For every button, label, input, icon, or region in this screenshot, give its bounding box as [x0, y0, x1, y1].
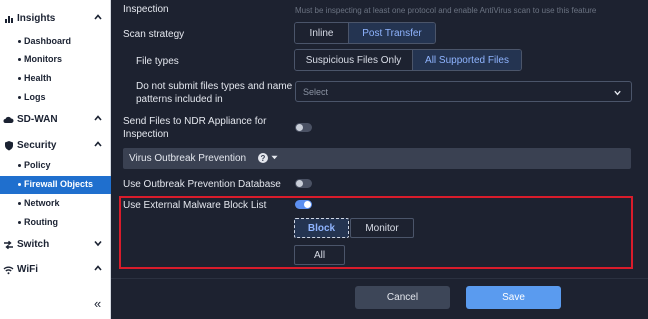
sidebar-item-label: Network [24, 198, 60, 208]
toggle-knob [296, 124, 303, 131]
scan-strategy-post-transfer-option[interactable]: Post Transfer [348, 23, 435, 43]
sidebar-item-label: Health [24, 73, 52, 83]
virus-outbreak-section-header[interactable]: Virus Outbreak Prevention ? [123, 148, 631, 169]
use-outbreak-db-label: Use Outbreak Prevention Database [123, 179, 281, 190]
sidebar-item-label: Routing [24, 217, 58, 227]
sidebar: Insights Dashboard Monitors Health Logs … [0, 0, 111, 319]
scan-strategy-inline-option[interactable]: Inline [295, 23, 348, 43]
send-to-ndr-label: Send Files to NDR Appliance for Inspecti… [123, 116, 267, 140]
file-types-suspicious-option[interactable]: Suspicious Files Only [295, 50, 412, 70]
nav-section-sd-wan[interactable]: SD-WAN [0, 110, 111, 130]
all-button[interactable]: All [294, 245, 345, 265]
file-types-label: File types [136, 56, 179, 67]
switch-icon [3, 239, 14, 250]
bullet [18, 221, 21, 224]
sidebar-item-monitors[interactable]: Monitors [0, 51, 111, 69]
wifi-icon [3, 264, 14, 275]
sidebar-item-network[interactable]: Network [0, 195, 111, 213]
cloud-icon [3, 114, 14, 125]
file-types-segmented: Suspicious Files Only All Supported File… [294, 49, 522, 71]
shield-icon [3, 140, 14, 151]
select-placeholder: Select [303, 87, 329, 97]
chevron-up-icon [94, 265, 102, 271]
caret-down-icon [271, 155, 278, 160]
help-icon[interactable]: ? [258, 153, 268, 163]
chevron-up-icon [94, 115, 102, 121]
sidebar-item-label: Policy [24, 160, 51, 170]
chevron-up-icon [94, 141, 102, 147]
nav-section-switch[interactable]: Switch [0, 235, 111, 255]
nav-section-label: Switch [17, 239, 50, 250]
bullet [18, 183, 21, 186]
sidebar-item-logs[interactable]: Logs [0, 89, 111, 107]
cancel-button[interactable]: Cancel [355, 286, 450, 309]
bullet [18, 96, 21, 99]
send-to-ndr-toggle[interactable] [295, 123, 312, 132]
scan-strategy-segmented: Inline Post Transfer [294, 22, 436, 44]
scan-strategy-label: Scan strategy [123, 29, 185, 40]
monitor-button[interactable]: Monitor [350, 218, 414, 238]
bullet [18, 77, 21, 80]
do-not-submit-label: Do not submit files types and name patte… [136, 81, 293, 105]
sidebar-item-health[interactable]: Health [0, 70, 111, 88]
chevron-down-icon [94, 240, 102, 247]
sidebar-item-policy[interactable]: Policy [0, 157, 111, 175]
bullet [18, 202, 21, 205]
collapse-sidebar-icon[interactable]: « [94, 296, 101, 311]
save-button[interactable]: Save [466, 286, 561, 309]
sidebar-item-label: Firewall Objects [24, 179, 94, 189]
footer-divider [111, 278, 648, 279]
block-button[interactable]: Block [294, 218, 349, 238]
sidebar-item-routing[interactable]: Routing [0, 214, 111, 232]
use-outbreak-db-toggle[interactable] [295, 179, 312, 188]
nav-section-insights[interactable]: Insights [0, 9, 111, 29]
sidebar-item-dashboard[interactable]: Dashboard [0, 33, 111, 51]
sidebar-item-label: Logs [24, 92, 46, 102]
toggle-knob [296, 180, 303, 187]
bar-chart-icon [3, 13, 14, 24]
bullet [18, 40, 21, 43]
nav-section-label: Insights [17, 13, 56, 24]
use-external-malware-toggle[interactable] [295, 200, 312, 209]
sidebar-item-label: Dashboard [24, 36, 72, 46]
nav-section-label: WiFi [17, 264, 39, 275]
section-title: Virus Outbreak Prevention [129, 153, 247, 164]
nav-section-security[interactable]: Security [0, 136, 111, 156]
nav-section-label: SD-WAN [17, 114, 58, 125]
inspection-hint: Must be inspecting at least one protocol… [295, 6, 597, 15]
sidebar-item-label: Monitors [24, 54, 62, 64]
do-not-submit-select[interactable]: Select [295, 81, 632, 102]
use-external-malware-label: Use External Malware Block List [123, 200, 267, 211]
chevron-up-icon [94, 14, 102, 20]
bullet [18, 58, 21, 61]
sidebar-item-firewall-objects[interactable]: Firewall Objects [0, 176, 111, 194]
file-types-all-supported-option[interactable]: All Supported Files [412, 50, 521, 70]
toggle-knob [304, 201, 311, 208]
bullet [18, 164, 21, 167]
nav-section-label: Security [17, 140, 57, 151]
nav-section-wifi[interactable]: WiFi [0, 260, 111, 280]
main-panel: Inspection Must be inspecting at least o… [111, 0, 648, 319]
inspection-label: Inspection [123, 4, 169, 15]
chevron-down-icon [614, 90, 621, 96]
